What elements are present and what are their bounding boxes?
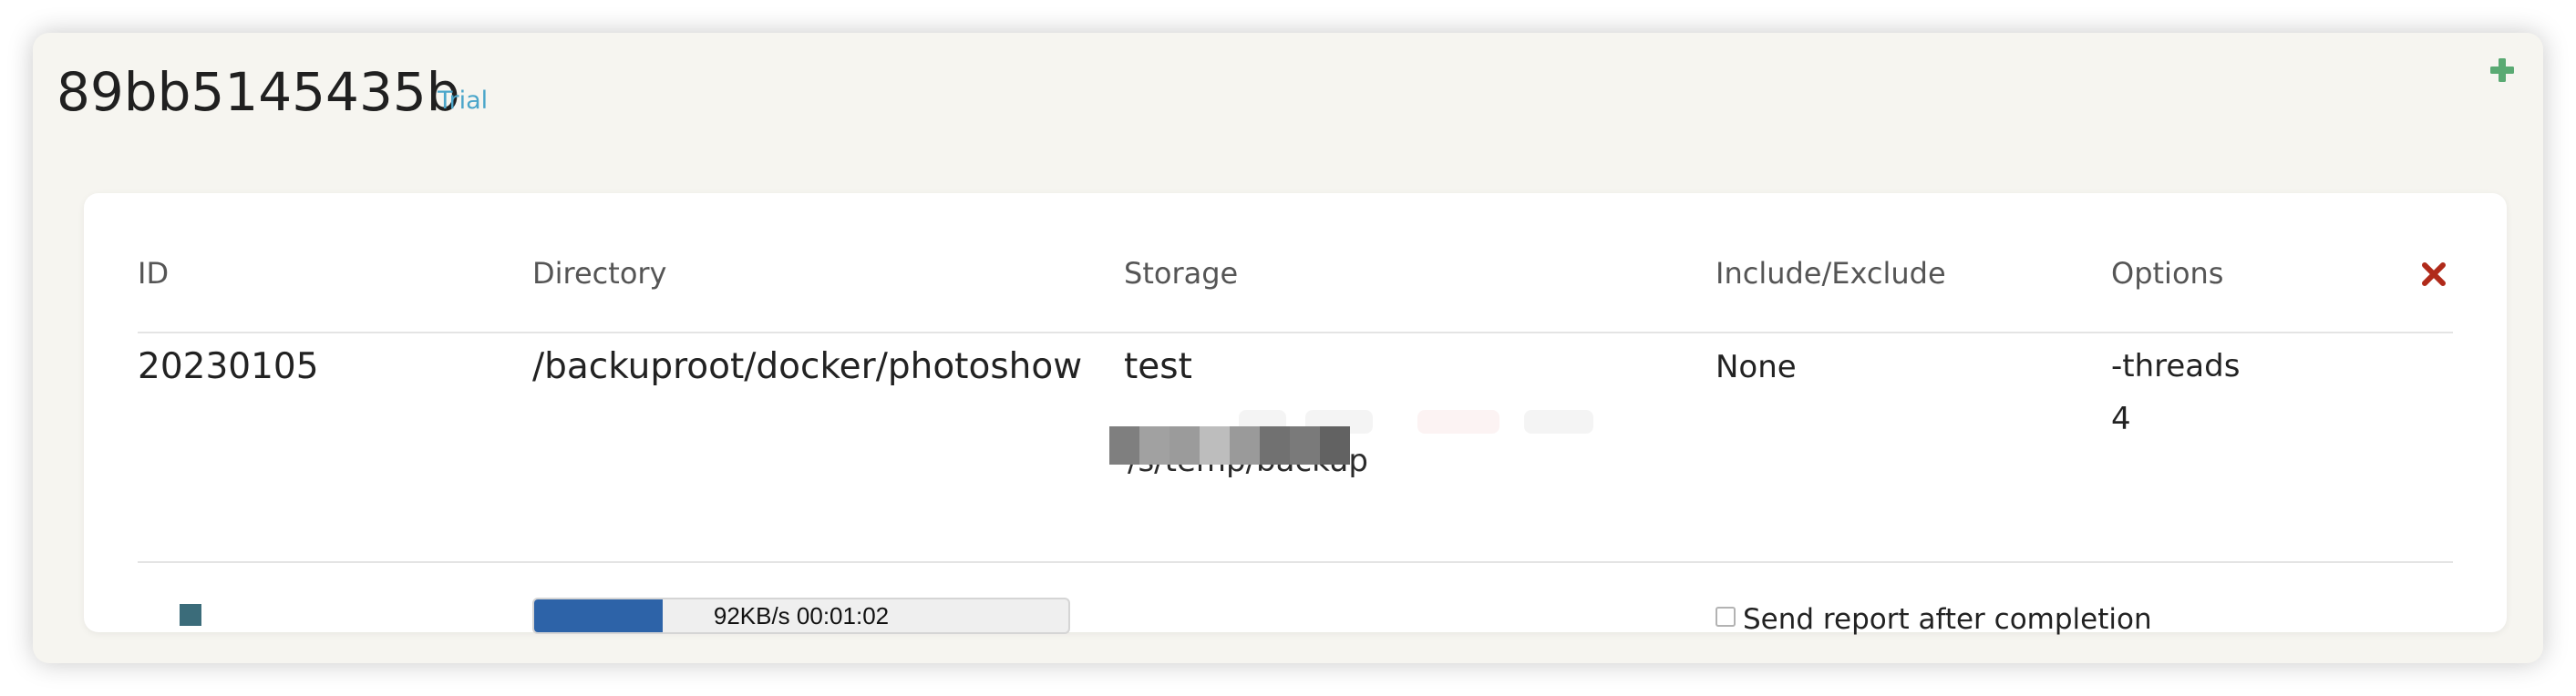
stop-icon[interactable]	[180, 604, 201, 626]
options-value-line-2: 4	[2111, 401, 2131, 437]
plus-icon[interactable]	[2488, 56, 2516, 84]
include-exclude-column-header: Include/Exclude	[1716, 256, 1946, 291]
directory-value: /backuproot/docker/photoshow	[532, 346, 1083, 387]
progress-divider	[138, 561, 2453, 563]
blurred-text-fragment	[1417, 410, 1499, 434]
close-icon[interactable]	[2419, 260, 2448, 289]
storage-path-area: /s/temp/backup	[1109, 426, 1368, 499]
job-id-value: 20230105	[138, 346, 319, 387]
repository-panel: 89bb5145435b Trial ID Directory Storage …	[33, 33, 2543, 663]
progress-text: 92KB/s 00:01:02	[713, 601, 890, 629]
pixelated-storage-path	[1109, 426, 1350, 465]
directory-column-header: Directory	[532, 256, 667, 291]
send-report-checkbox[interactable]	[1716, 607, 1736, 627]
storage-column-header: Storage	[1124, 256, 1239, 291]
id-column-header: ID	[138, 256, 170, 291]
options-value-line-1: -threads	[2111, 348, 2241, 384]
backup-progress-bar: 92KB/s 00:01:02	[532, 598, 1070, 634]
send-report-label[interactable]: Send report after completion	[1743, 601, 2152, 638]
repository-title: 89bb5145435b	[57, 61, 460, 123]
blurred-text-fragment	[1524, 410, 1593, 434]
license-badge: Trial	[438, 87, 489, 115]
options-column-header: Options	[2111, 256, 2224, 291]
include-exclude-value: None	[1716, 349, 1797, 385]
backup-job-card: ID Directory Storage Include/Exclude Opt…	[84, 193, 2507, 636]
header-divider	[138, 332, 2453, 333]
storage-name-value: test	[1124, 346, 1192, 387]
